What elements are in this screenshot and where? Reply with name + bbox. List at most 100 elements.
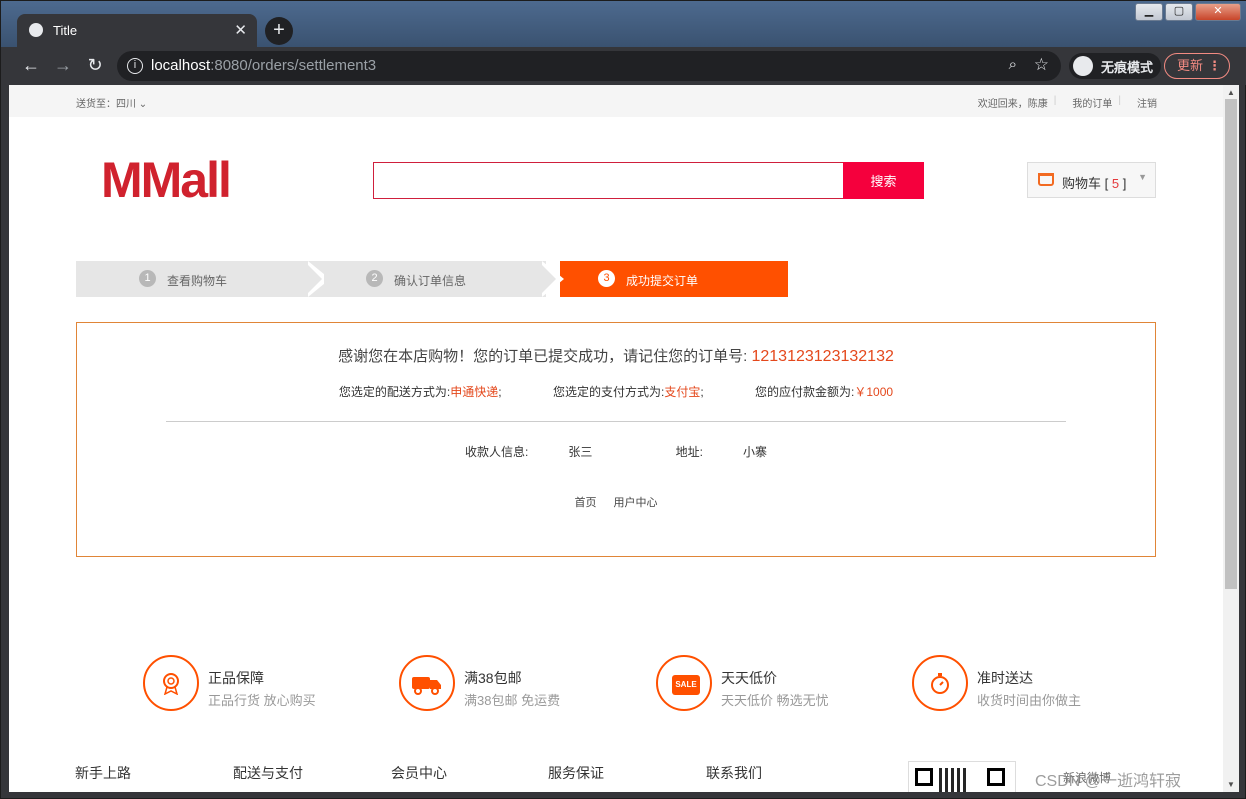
address-value: 小寨 <box>743 445 768 459</box>
url-host: localhost <box>151 57 211 74</box>
url-path: :8080/orders/settlement3 <box>210 57 377 74</box>
footer-link-contact[interactable]: 联系我们 <box>706 763 762 783</box>
browser-window: Title ✕ + ▁ ▢ ✕ ← → ↻ i localhost:8080/o… <box>0 0 1246 799</box>
welcome-text: 欢迎回来，陈康 <box>977 99 1048 110</box>
browser-tab[interactable]: Title ✕ <box>17 14 257 47</box>
badge-icon <box>143 655 199 711</box>
forward-icon[interactable]: → <box>51 54 75 78</box>
logout-link[interactable]: 注销 <box>1137 95 1157 110</box>
footer-link-service[interactable]: 服务保证 <box>548 763 604 783</box>
feature-title: 天天低价 <box>721 670 777 686</box>
minimize-button[interactable]: ▁ <box>1135 3 1163 21</box>
site-logo[interactable]: MMall <box>101 151 232 209</box>
search-input[interactable] <box>373 162 844 199</box>
search-bar: 搜索 <box>373 162 925 199</box>
address-bar[interactable]: i localhost:8080/orders/settlement3 ⌕ ☆ <box>117 51 1061 81</box>
close-window-button[interactable]: ✕ <box>1195 3 1241 21</box>
ship-to-label: 送货至： <box>76 99 116 110</box>
url-text: localhost:8080/orders/settlement3 <box>151 57 376 74</box>
step-number: 1 <box>139 270 156 287</box>
incognito-indicator[interactable]: 无痕模式 <box>1069 53 1162 79</box>
payee-label: 收款人信息: <box>464 445 529 459</box>
payment-method: 您选定的支付方式为:支付宝; <box>552 385 704 399</box>
cart-button[interactable]: 购物车 [ 5 ] ▼ <box>1027 162 1156 198</box>
payment-label: 您选定的支付方式为: <box>552 385 665 399</box>
order-success-panel: 感谢您在本店购物！您的订单已提交成功，请记住您的订单号: 12131231231… <box>76 322 1156 557</box>
feature-subtitle: 收货时间由你做主 <box>977 693 1082 708</box>
feature-title: 准时送达 <box>977 670 1033 686</box>
back-icon[interactable]: ← <box>19 54 43 78</box>
qr-finder <box>987 768 1005 786</box>
ship-to-selector[interactable]: 送货至：四川 ⌄ <box>76 95 147 110</box>
footer-link-delivery-payment[interactable]: 配送与支付 <box>233 763 303 783</box>
globe-icon <box>29 23 43 37</box>
update-button[interactable]: 更新 ⋮ <box>1164 53 1230 79</box>
window-controls: ▁ ▢ ✕ <box>1133 3 1241 21</box>
success-message: 感谢您在本店购物！您的订单已提交成功，请记住您的订单号: 12131231231… <box>77 345 1155 366</box>
search-button[interactable]: 搜索 <box>843 162 924 199</box>
chevron-down-icon: ⌄ <box>138 99 148 110</box>
step-label: 确认订单信息 <box>394 274 467 288</box>
incognito-label: 无痕模式 <box>1101 59 1154 75</box>
shipping-method: 您选定的配送方式为:申通快递; <box>338 385 502 399</box>
payment-value: 支付宝 <box>664 385 701 399</box>
menu-dots-icon[interactable]: ⋮ <box>1208 54 1221 78</box>
step-label: 查看购物车 <box>167 274 228 288</box>
payee-value: 张三 <box>568 445 593 459</box>
cart-count: 5 <box>1111 176 1120 191</box>
reload-icon[interactable]: ↻ <box>83 54 107 78</box>
scroll-up-icon[interactable]: ▲ <box>1227 88 1235 97</box>
divider: | <box>1053 95 1057 106</box>
home-link[interactable]: 首页 <box>574 497 596 509</box>
step-confirm-order: 2 确认订单信息 <box>324 261 546 297</box>
update-label: 更新 <box>1177 58 1204 73</box>
amount-label: 您的应付款金额为: <box>755 385 855 399</box>
browser-toolbar: ← → ↻ i localhost:8080/orders/settlement… <box>1 47 1246 85</box>
footer-link-member-center[interactable]: 会员中心 <box>391 763 447 783</box>
site-top-bar: 送货至：四川 ⌄ 欢迎回来，陈康 | 我的订单 | 注销 <box>9 85 1223 117</box>
shipping-label: 您选定的配送方式为: <box>338 385 451 399</box>
feature-subtitle: 天天低价 畅选无忧 <box>721 693 829 708</box>
bookmark-star-icon[interactable]: ☆ <box>1034 55 1049 75</box>
truck-icon <box>399 655 455 711</box>
user-center-link[interactable]: 用户中心 <box>614 497 658 509</box>
my-orders-link[interactable]: 我的订单 <box>1072 95 1112 110</box>
step-number: 3 <box>598 270 615 287</box>
divider: | <box>1118 95 1121 106</box>
stopwatch-icon <box>912 655 968 711</box>
new-tab-button[interactable]: + <box>265 17 293 45</box>
order-details: 您选定的配送方式为:申通快递; 您选定的支付方式为:支付宝; 您的应付款金额为:… <box>77 383 1155 400</box>
scroll-down-icon[interactable]: ▼ <box>1227 780 1235 789</box>
cart-icon <box>1038 173 1054 186</box>
zoom-icon[interactable]: ⌕ <box>1009 56 1017 73</box>
amount-value: ￥1000 <box>854 385 894 399</box>
step-number: 2 <box>366 270 383 287</box>
feature-title: 满38包邮 <box>464 670 522 686</box>
footer-link-getting-started[interactable]: 新手上路 <box>75 763 131 783</box>
success-links: 首页 用户中心 <box>77 494 1155 510</box>
payee-info: 收款人信息: 张三 地址: 小寨 <box>77 443 1155 460</box>
sale-tag-icon: SALE <box>656 655 712 711</box>
tab-close-icon[interactable]: ✕ <box>234 21 247 39</box>
divider <box>166 421 1066 422</box>
step-arrow <box>304 261 322 297</box>
maximize-button[interactable]: ▢ <box>1165 3 1193 21</box>
feature-title: 正品保障 <box>208 670 264 686</box>
page-viewport: 送货至：四川 ⌄ 欢迎回来，陈康 | 我的订单 | 注销 MMall 搜索 购物… <box>9 85 1223 792</box>
sale-badge: SALE <box>672 675 700 695</box>
info-icon[interactable]: i <box>127 58 143 74</box>
scrollbar-thumb[interactable] <box>1225 99 1237 589</box>
user-links: 欢迎回来，陈康 | 我的订单 | 注销 <box>968 95 1157 110</box>
caret-down-icon: ▼ <box>1138 172 1147 182</box>
vertical-scrollbar[interactable]: ▲ ▼ <box>1223 85 1239 792</box>
step-order-submitted: 3 成功提交订单 <box>560 261 788 297</box>
feature-subtitle: 满38包邮 免运费 <box>464 693 561 708</box>
thanks-text: 感谢您在本店购物！您的订单已提交成功，请记住您的订单号: <box>338 348 748 365</box>
qr-modules <box>939 768 969 792</box>
address-label: 地址: <box>675 445 704 459</box>
feature-subtitle: 正品行货 放心购买 <box>208 693 316 708</box>
incognito-icon <box>1073 56 1093 76</box>
amount-due: 您的应付款金额为:￥1000 <box>755 385 893 399</box>
tab-title: Title <box>53 23 78 38</box>
step-view-cart: 1 查看购物车 <box>76 261 326 297</box>
